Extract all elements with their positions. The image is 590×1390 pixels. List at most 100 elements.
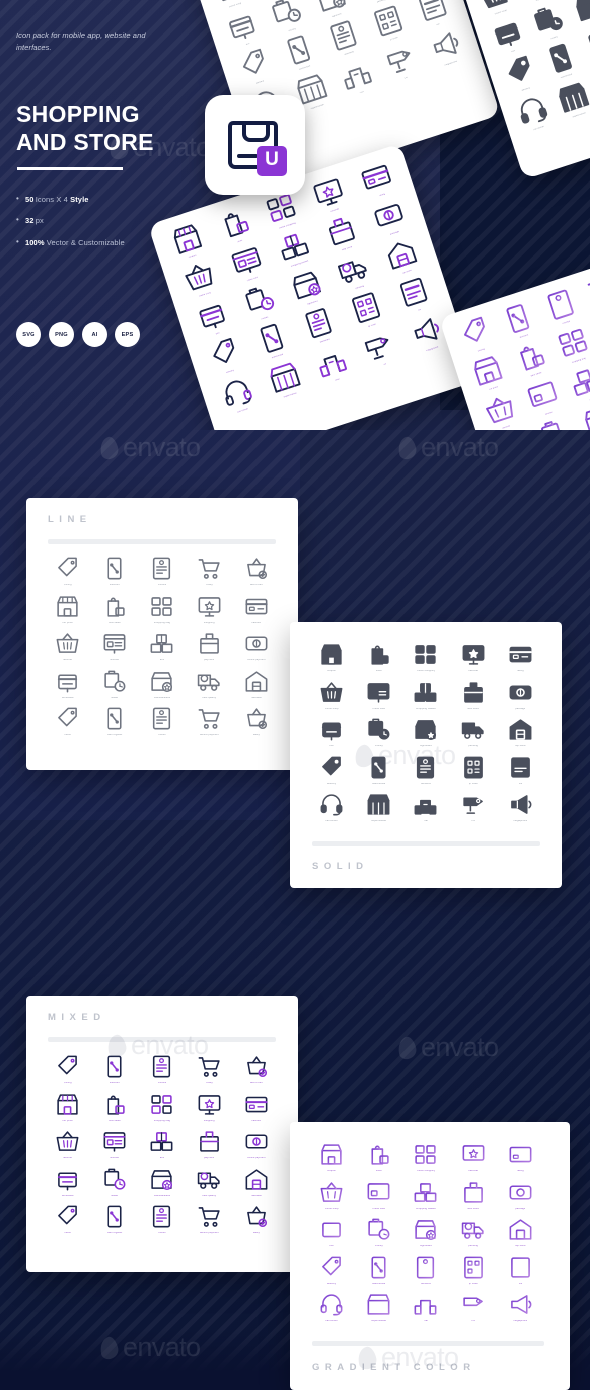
icon-cell[interactable]: pending [450,717,497,748]
icon-cell[interactable]: barcode [450,642,497,673]
icon-cell[interactable]: best seller [91,1092,138,1123]
icon-cell[interactable]: pricing [451,312,501,358]
icon-cell[interactable]: megaphone [497,1292,544,1323]
icon-cell[interactable]: supermarket [355,1292,402,1323]
icon-cell[interactable]: discount [494,298,544,344]
icon-cell[interactable]: mall [305,340,359,388]
icon-cell[interactable]: supermarket [550,77,590,123]
icon-cell[interactable]: best quality [186,669,233,700]
icon-cell[interactable]: wallet [91,669,138,700]
icon-cell[interactable]: shopping bag [549,323,590,369]
icon-cell[interactable]: top store [497,717,544,748]
icon-cell[interactable]: payment [186,1129,233,1160]
icon-cell[interactable]: atm [138,1129,185,1160]
icon-cell[interactable]: signboard [402,717,449,748]
icon-cell[interactable]: ctv [375,39,427,86]
icon-cell[interactable]: trolley [186,556,233,587]
icon-cell[interactable]: call center [510,90,558,136]
icon-cell[interactable]: cashbox [233,1092,280,1123]
icon-cell[interactable]: invoice [138,1054,185,1085]
icon-cell[interactable]: invoice [138,556,185,587]
format-badge-eps[interactable]: EPS [115,322,140,347]
icon-cell[interactable]: delivery [308,755,355,786]
icon-cell[interactable]: add to cart [233,1054,280,1085]
icon-cell[interactable]: money [355,1217,402,1248]
icon-cell[interactable]: wishlist [519,375,569,421]
icon-cell[interactable]: megaphone [420,24,472,71]
icon-cell[interactable]: bill [497,755,544,786]
icon-cell[interactable]: shopping bag [138,594,185,625]
icon-cell[interactable]: cashbackless [138,1167,185,1198]
icon-cell[interactable]: qr code [450,755,497,786]
icon-cell[interactable]: pricing [44,556,91,587]
icon-cell[interactable]: favorite [44,631,91,662]
icon-cell[interactable]: bonus [138,706,185,737]
icon-cell[interactable]: wishlist [91,631,138,662]
icon-cell[interactable]: box [308,717,355,748]
format-badge-png[interactable]: PNG [49,322,74,347]
icon-cell[interactable]: best quality [186,1167,233,1198]
icon-cell[interactable]: call center [308,1292,355,1323]
icon-cell[interactable]: mall [402,1292,449,1323]
icon-cell[interactable]: delivered [402,1255,449,1286]
icon-cell[interactable]: secure payment [186,706,233,737]
icon-cell[interactable]: online shopping [402,1142,449,1173]
icon-cell[interactable]: qr code [363,0,415,47]
icon-cell[interactable]: calculator [233,669,280,700]
icon-cell[interactable]: mall [402,792,449,823]
icon-cell[interactable]: money [525,0,573,45]
icon-cell[interactable]: shopping basket [402,1180,449,1211]
icon-cell[interactable]: shopping bag [138,1092,185,1123]
icon-cell[interactable]: supermarket [355,792,402,823]
icon-cell[interactable]: cash register [91,1204,138,1235]
icon-cell[interactable]: online payment [233,631,280,662]
icon-cell[interactable]: call center [210,371,264,419]
icon-cell[interactable]: barcode [450,1142,497,1173]
icon-cell[interactable]: warehouse [355,1255,402,1286]
icon-cell[interactable]: web store [450,1180,497,1211]
icon-cell[interactable]: trolley [186,1054,233,1085]
icon-cell[interactable]: cut price [44,594,91,625]
icon-cell[interactable]: call center [308,792,355,823]
icon-cell[interactable]: credit card [355,1180,402,1211]
icon-cell[interactable]: favorite [44,1129,91,1160]
icon-cell[interactable]: discount [91,1054,138,1085]
icon-cell[interactable]: payment [186,631,233,662]
icon-cell[interactable]: box [217,5,269,52]
icon-cell[interactable]: shopping basket [402,680,449,711]
icon-cell[interactable]: warehouse [355,755,402,786]
icon-cell[interactable]: bill [497,1255,544,1286]
icon-cell[interactable]: box [485,13,533,59]
icon-cell[interactable]: package [497,1180,544,1211]
icon-cell[interactable]: delivery [229,44,281,91]
icon-cell[interactable]: cashbox [233,594,280,625]
icon-cell[interactable]: warehouse [538,38,586,84]
icon-cell[interactable]: supermarket [258,356,312,404]
icon-cell[interactable]: shopping [186,594,233,625]
icon-cell[interactable]: online shopping [402,642,449,673]
icon-cell[interactable]: discount [91,556,138,587]
icon-cell[interactable]: qr code [450,1255,497,1286]
icon-cell[interactable]: atm [138,631,185,662]
icon-cell[interactable]: secure payment [186,1204,233,1235]
icon-cell[interactable]: credit card [355,680,402,711]
icon-cell[interactable]: store [355,642,402,673]
icon-cell[interactable]: invoice [537,284,587,330]
icon-cell[interactable]: bonus [138,1204,185,1235]
icon-cell[interactable]: delivered [318,15,370,62]
icon-cell[interactable]: delivered [402,755,449,786]
icon-cell[interactable]: delivery [497,51,545,97]
icon-cell[interactable]: best seller [91,594,138,625]
icon-cell[interactable]: cut price [464,350,514,396]
icon-cell[interactable]: ctv [352,325,406,373]
icon-cell[interactable]: cut price [44,1092,91,1123]
icon-cell[interactable]: megaphone [497,792,544,823]
icon-cell[interactable]: package [497,680,544,711]
icon-cell[interactable]: delivery [308,1255,355,1286]
icon-cell[interactable]: ctv [450,792,497,823]
icon-cell[interactable]: pending [450,1217,497,1248]
icon-cell[interactable]: rating [497,642,544,673]
icon-cell[interactable]: online payment [233,1129,280,1160]
icon-cell[interactable]: pricing [44,1054,91,1085]
format-badge-svg[interactable]: SVG [16,322,41,347]
